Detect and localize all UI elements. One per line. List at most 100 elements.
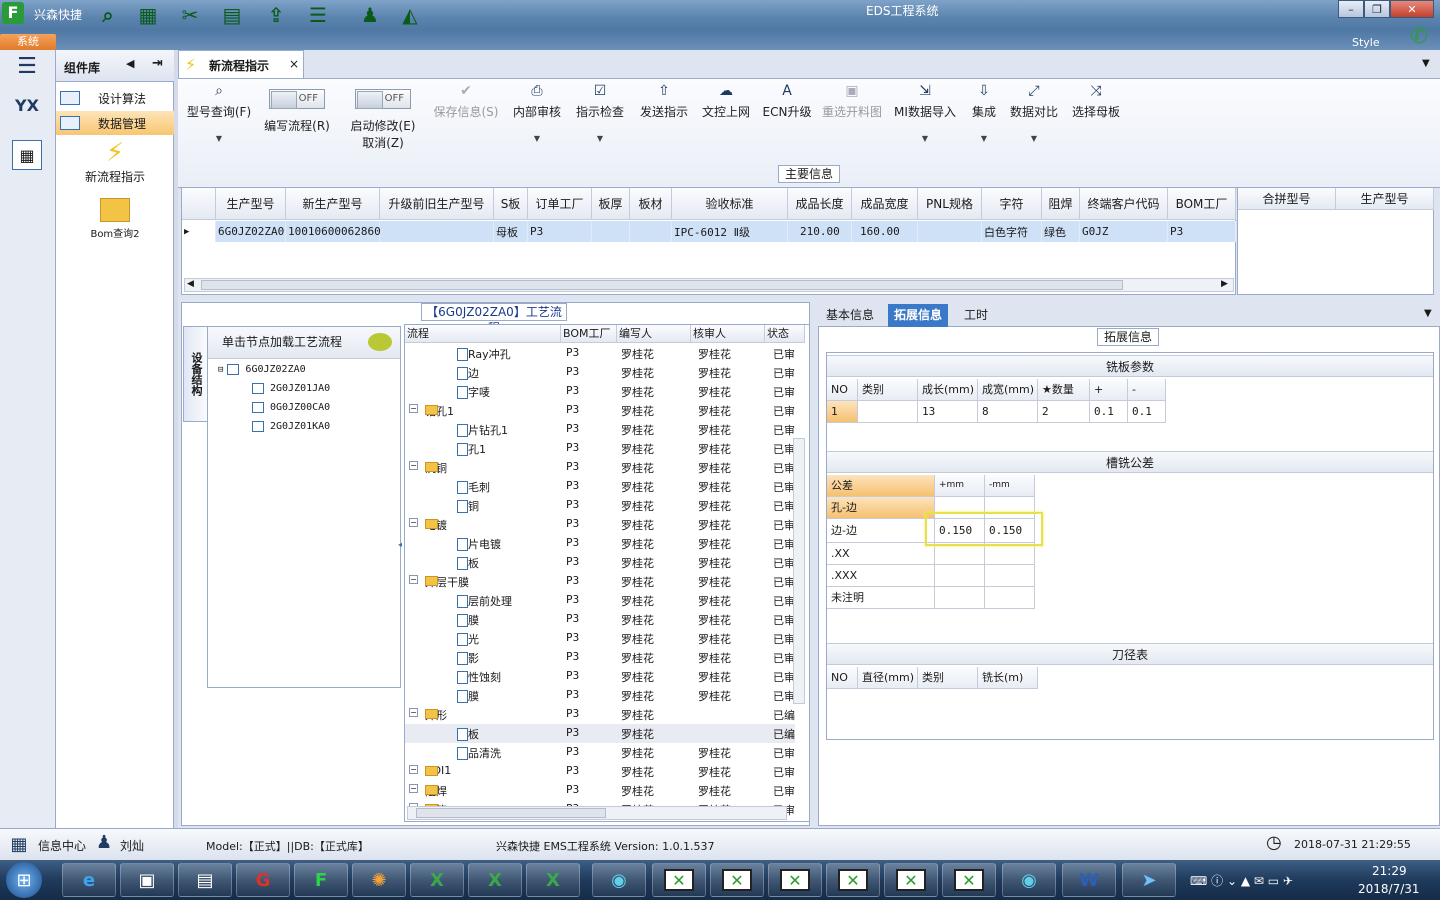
write-flow-toggle[interactable]: OFF 编写流程(R) — [262, 83, 332, 134]
doc-control-publish-button[interactable]: ☁ 文控上网 — [700, 83, 752, 120]
eye-app-icon[interactable]: ◉ — [1002, 863, 1056, 897]
restore-button[interactable]: ❐ — [1364, 0, 1390, 18]
column-header[interactable]: 核审人 — [691, 325, 765, 343]
tool-bom-query[interactable]: Bom查询2 — [56, 196, 174, 244]
pin-icon[interactable]: ⇥ — [152, 56, 163, 71]
column-header[interactable]: 流程 — [405, 325, 561, 343]
tab-menu-chevron-icon[interactable]: ▼ — [1424, 308, 1432, 319]
table-cell[interactable]: 白色字符 — [982, 221, 1042, 242]
row-label[interactable]: 边-边 — [827, 519, 935, 543]
collapse-left-icon[interactable]: ◀ — [126, 57, 134, 70]
tree-node-root[interactable]: ⊟ 6G0JZ02ZA0 — [218, 364, 306, 375]
column-header[interactable]: 编写人 — [617, 325, 691, 343]
calendar-icon[interactable]: ▦ — [12, 140, 42, 170]
check-instructions-button[interactable]: ☑ 指示检查 ▼ — [574, 83, 626, 143]
style-menu[interactable]: Style — [1352, 36, 1380, 49]
send-instructions-button[interactable]: ⇧ 发送指示 — [638, 83, 690, 120]
table-cell[interactable] — [935, 565, 985, 587]
tool-new-flow[interactable]: ⚡ 新流程指示 — [56, 138, 174, 190]
row-indicator[interactable]: ▶ — [182, 221, 216, 242]
window-task[interactable]: ✕ — [884, 863, 938, 897]
table-cell[interactable] — [935, 543, 985, 565]
equipment-structure-tab[interactable]: 设备结构 — [183, 326, 207, 422]
paper-plane-icon[interactable]: ➤ — [1122, 863, 1176, 897]
row-label[interactable]: 孔-边 — [827, 497, 935, 519]
column-header[interactable]: 合拼型号 — [1238, 188, 1336, 210]
excel-icon[interactable]: X — [468, 863, 522, 897]
collapse-icon[interactable]: − — [409, 708, 418, 717]
flow-row[interactable]: − AOI1 P3 罗桂花 罗桂花 已审 — [405, 762, 795, 781]
column-header[interactable]: 升级前旧生产型号 — [380, 188, 494, 220]
row-label[interactable]: .XX — [827, 543, 935, 565]
flow-row[interactable]: 外层前处理 P3 罗桂花 罗桂花 已审 — [405, 591, 795, 610]
flow-row[interactable]: 显影 P3 罗桂花 罗桂花 已审 — [405, 648, 795, 667]
column-header[interactable]: BOM工厂 — [1168, 188, 1236, 220]
flow-row[interactable]: 铝片钻孔1 P3 罗桂花 罗桂花 已审 — [405, 420, 795, 439]
scroll-thumb[interactable] — [201, 280, 1123, 290]
start-orb-icon[interactable]: ⊞ — [6, 862, 42, 898]
tray-icons[interactable]: ⌨ ⓘ ⌄ ▲ ✉ ▭ ✈ — [1190, 872, 1293, 889]
grid-icon[interactable]: ▦ — [8, 833, 30, 855]
menu-item-data-management[interactable]: 数据管理 — [56, 111, 174, 135]
save-disk-icon[interactable]: ▣ — [120, 863, 174, 897]
window-task[interactable]: ✕ — [652, 863, 706, 897]
flow-row[interactable]: 负片电镀 P3 罗桂花 罗桂花 已审 — [405, 534, 795, 553]
close-button[interactable]: ✕ — [1390, 0, 1434, 18]
flow-row[interactable]: 成品清洗 P3 罗桂花 罗桂花 已审 — [405, 743, 795, 762]
table-cell[interactable] — [935, 587, 985, 609]
table-cell[interactable]: 13 — [918, 401, 978, 423]
excel-icon[interactable]: X — [410, 863, 464, 897]
column-header[interactable]: 成品宽度 — [852, 188, 918, 220]
f-app-icon[interactable]: F — [294, 863, 348, 897]
table-cell[interactable]: 绿色 — [1042, 221, 1080, 242]
system-tab[interactable]: 系统 — [0, 34, 56, 50]
off-toggle[interactable]: OFF — [355, 89, 411, 109]
column-header[interactable]: BOM工厂 — [561, 325, 617, 343]
column-header[interactable]: 生产型号 — [216, 188, 286, 220]
flow-row[interactable]: 钻孔1 P3 罗桂花 罗桂花 已审 — [405, 439, 795, 458]
column-header[interactable]: 阻焊 — [1042, 188, 1080, 220]
flow-row[interactable]: 酸性蚀刻 P3 罗桂花 罗桂花 已审 — [405, 667, 795, 686]
table-cell[interactable] — [918, 221, 982, 242]
off-toggle[interactable]: OFF — [269, 89, 325, 109]
tab-extended-info[interactable]: 拓展信息 — [888, 304, 949, 327]
tab-work-hours[interactable]: 工时 — [958, 304, 994, 327]
column-header[interactable]: 板厚 — [592, 188, 630, 220]
column-header[interactable]: 状态 — [765, 325, 805, 343]
data-compare-button[interactable]: ⤢ 数据对比 ▼ — [1008, 83, 1060, 143]
excel-icon[interactable]: X — [526, 863, 580, 897]
film-icon[interactable]: ▤ — [218, 2, 246, 28]
table-cell[interactable]: P3 — [528, 221, 592, 242]
collapse-icon[interactable]: ⊟ — [218, 365, 223, 375]
table-cell[interactable]: 0.1 — [1090, 401, 1128, 423]
flow-row[interactable]: 曝光 P3 罗桂花 罗桂花 已审 — [405, 629, 795, 648]
integrate-button[interactable]: ⇩ 集成 ▼ — [968, 83, 1000, 143]
scroll-right-arrow-icon[interactable]: ▶ — [1221, 279, 1228, 289]
collapse-icon[interactable]: − — [409, 518, 418, 527]
scroll-left-arrow-icon[interactable]: ◀ — [187, 279, 194, 289]
column-header[interactable]: 新生产型号 — [286, 188, 380, 220]
flow-row[interactable]: 退膜 P3 罗桂花 罗桂花 已审 — [405, 686, 795, 705]
reselect-cut-drawing-button[interactable]: ▣ 重选开料图 — [820, 83, 884, 120]
horizontal-scrollbar[interactable] — [407, 806, 787, 820]
tree-node[interactable]: 2G0JZ01KA0 — [252, 421, 330, 432]
tree-node[interactable]: 2G0JZ01JA0 — [252, 383, 330, 394]
start-edit-toggle[interactable]: OFF 启动修改(E) 取消(Z) — [344, 83, 422, 151]
mi-data-import-button[interactable]: ⇲ MI数据导入 ▼ — [892, 83, 958, 143]
internal-review-button[interactable]: ⎙ 内部审核 ▼ — [512, 83, 562, 143]
flow-row[interactable]: −外形 P3 罗桂花 已编 — [405, 705, 795, 724]
model-query-button[interactable]: ⌕ 型号查询(F) ▼ — [184, 83, 254, 143]
tree-node[interactable]: 0G0JZ00CA0 — [252, 402, 330, 413]
tab-close-icon[interactable]: × — [289, 57, 299, 71]
document-tab[interactable]: ⚡ 新流程指示 × — [178, 50, 304, 78]
row-label[interactable]: 未注明 — [827, 587, 935, 609]
column-header[interactable]: 字符 — [982, 188, 1042, 220]
column-header[interactable]: 订单工厂 — [528, 188, 592, 220]
column-header[interactable]: 验收标准 — [672, 188, 788, 220]
column-header[interactable]: PNL规格 — [918, 188, 982, 220]
tab-menu-chevron-icon[interactable]: ▼ — [1422, 58, 1430, 69]
flow-row[interactable]: −阻焊 P3 罗桂花 罗桂花 已审 — [405, 781, 795, 800]
save-info-button[interactable]: ✔ 保存信息(S) — [430, 83, 502, 120]
table-cell[interactable]: 160.00 — [852, 221, 918, 242]
table-cell[interactable] — [630, 221, 672, 242]
